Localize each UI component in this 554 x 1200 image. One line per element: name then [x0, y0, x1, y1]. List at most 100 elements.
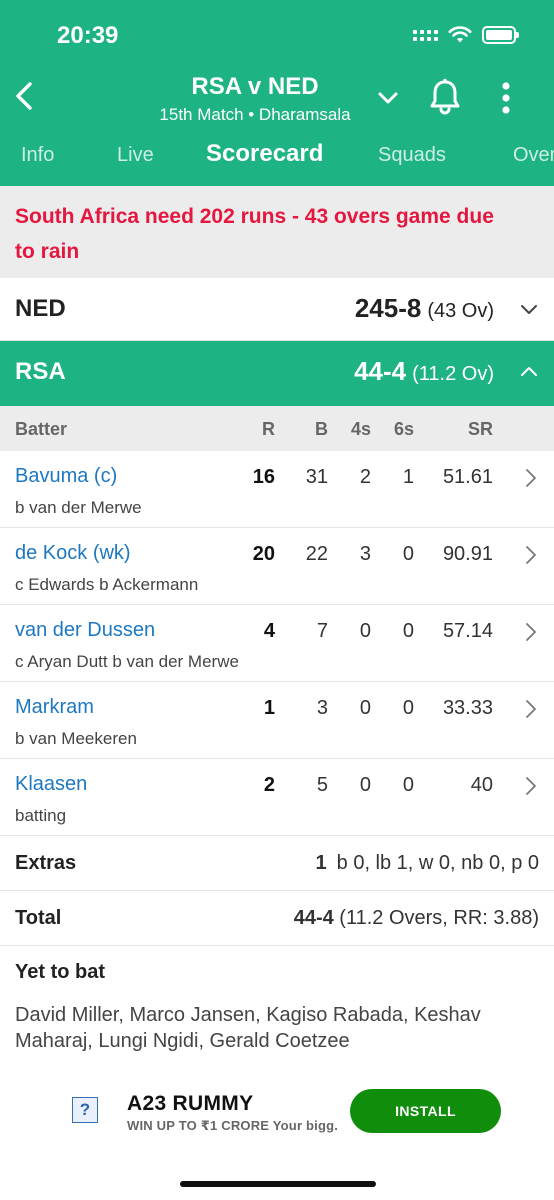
status-icons — [413, 26, 519, 44]
batter-dismissal: batting — [15, 806, 67, 825]
ad-placeholder-icon: ? — [72, 1097, 98, 1123]
batter-dismissal: c Edwards b Ackermann — [15, 575, 199, 594]
batter-row[interactable]: Markram b van Meekeren 1 3 0 0 33.33 — [0, 682, 554, 759]
batter-fours: 0 — [359, 620, 371, 642]
tab-bar: Info Live Scorecard Squads Overs — [0, 126, 554, 186]
col-header-strike-rate: SR — [467, 419, 493, 439]
notifications-button[interactable] — [425, 76, 465, 118]
batter-sixes: 0 — [402, 774, 414, 796]
extras-detail: b 0, lb 1, w 0, nb 0, p 0 — [336, 852, 539, 874]
match-title-block[interactable]: RSA v NED 15th Match • Dharamsala — [0, 73, 554, 125]
tab-live[interactable]: Live — [117, 144, 154, 167]
batter-sixes: 0 — [402, 543, 414, 565]
batter-fours: 3 — [359, 543, 371, 565]
batter-runs: 16 — [252, 466, 275, 488]
innings-score: 44-4 — [354, 356, 407, 386]
tab-scorecard[interactable]: Scorecard — [206, 140, 323, 168]
chevron-right-icon — [526, 777, 536, 795]
chevron-right-icon — [526, 623, 536, 641]
col-header-batter: Batter — [15, 419, 68, 439]
tab-squads[interactable]: Squads — [378, 144, 446, 167]
batter-name[interactable]: de Kock (wk) — [15, 542, 131, 565]
match-status-notice: South Africa need 202 runs - 43 overs ga… — [0, 186, 554, 278]
innings-score: 245-8 — [354, 293, 422, 323]
col-header-sixes: 6s — [393, 419, 414, 439]
bell-icon — [430, 78, 460, 115]
batter-row[interactable]: Klaasen batting 2 5 0 0 40 — [0, 759, 554, 836]
signal-icon — [413, 29, 438, 41]
innings-score-wrap: 44-4 (11.2 Ov) — [354, 356, 494, 387]
batter-strike-rate: 90.91 — [442, 543, 493, 565]
batter-sixes: 1 — [402, 466, 414, 488]
battery-icon — [482, 26, 519, 44]
total-label: Total — [15, 907, 62, 929]
innings-score-wrap: 245-8 (43 Ov) — [355, 293, 494, 324]
ad-subtitle: WIN UP TO ₹1 CRORE Your bigg. — [127, 1118, 339, 1133]
total-score: 44-4 — [293, 907, 334, 929]
col-header-runs: R — [262, 419, 275, 439]
batter-runs: 20 — [252, 543, 275, 565]
chevron-right-icon — [526, 700, 536, 718]
batter-dismissal: c Aryan Dutt b van der Merwe — [15, 652, 239, 671]
batter-runs: 1 — [263, 697, 275, 719]
batter-balls: 5 — [316, 774, 328, 796]
tab-info[interactable]: Info — [21, 144, 54, 167]
batter-strike-rate: 57.14 — [442, 620, 493, 642]
batter-fours: 2 — [359, 466, 371, 488]
batter-fours: 0 — [359, 774, 371, 796]
status-time: 20:39 — [57, 22, 119, 49]
batter-balls: 22 — [305, 543, 328, 565]
notice-line-1: South Africa need 202 runs - 43 overs ga… — [15, 205, 494, 228]
more-options-button[interactable] — [490, 76, 522, 118]
batting-table-header: Batter R B 4s 6s SR — [0, 406, 554, 451]
batter-name[interactable]: Bavuma (c) — [15, 465, 117, 488]
status-bar: 20:39 — [0, 0, 554, 66]
total-row: Total 44-4 (11.2 Overs, RR: 3.88) — [0, 891, 554, 946]
ad-install-button[interactable]: INSTALL — [350, 1089, 501, 1133]
ad-banner[interactable]: ? A23 RUMMY WIN UP TO ₹1 CRORE Your bigg… — [52, 1075, 504, 1147]
batter-strike-rate: 40 — [470, 774, 493, 796]
batter-name[interactable]: van der Dussen — [15, 619, 155, 642]
match-title: RSA v NED — [191, 73, 319, 100]
title-bar: RSA v NED 15th Match • Dharamsala — [0, 66, 554, 126]
innings-header-ned[interactable]: NED 245-8 (43 Ov) — [0, 278, 554, 341]
tab-overs[interactable]: Overs — [513, 144, 554, 167]
batter-sixes: 0 — [402, 697, 414, 719]
yet-to-bat-section: Yet to bat David Miller, Marco Jansen, K… — [0, 946, 554, 1054]
batter-dismissal: b van Meekeren — [15, 729, 137, 748]
more-vertical-icon — [502, 82, 510, 114]
batter-strike-rate: 33.33 — [442, 697, 493, 719]
batter-dismissal: b van der Merwe — [15, 498, 142, 517]
innings-overs: (11.2 Ov) — [412, 363, 494, 385]
app-header: 20:39 RSA v NED 15th Match • Dharamsala — [0, 0, 554, 186]
extras-label: Extras — [15, 852, 77, 874]
batter-runs: 2 — [263, 774, 275, 796]
ad-title: A23 RUMMY — [127, 1092, 254, 1115]
total-value: 44-4 (11.2 Overs, RR: 3.88) — [294, 907, 539, 930]
col-header-fours: 4s — [350, 419, 371, 439]
batter-strike-rate: 51.61 — [442, 466, 493, 488]
batter-name[interactable]: Markram — [15, 696, 94, 719]
batter-name[interactable]: Klaasen — [15, 773, 87, 796]
match-dropdown-button[interactable] — [372, 82, 404, 114]
total-detail: (11.2 Overs, RR: 3.88) — [339, 907, 539, 929]
wifi-icon — [448, 26, 472, 43]
extras-total: 1 — [315, 852, 327, 874]
home-indicator[interactable] — [180, 1181, 376, 1187]
chevron-right-icon — [526, 546, 536, 564]
extras-value: 1 b 0, lb 1, w 0, nb 0, p 0 — [316, 852, 539, 875]
batter-row[interactable]: van der Dussen c Aryan Dutt b van der Me… — [0, 605, 554, 682]
yet-to-bat-label: Yet to bat — [15, 961, 106, 983]
notice-line-2: to rain — [15, 240, 80, 263]
match-subtitle: 15th Match • Dharamsala — [159, 105, 351, 124]
collapse-chevron-icon — [521, 367, 537, 376]
innings-team: RSA — [15, 358, 66, 385]
batter-runs: 4 — [263, 620, 275, 642]
chevron-right-icon — [526, 469, 536, 487]
innings-header-rsa[interactable]: RSA 44-4 (11.2 Ov) — [0, 341, 554, 406]
batter-row[interactable]: Bavuma (c) b van der Merwe 16 31 2 1 51.… — [0, 451, 554, 528]
col-header-balls: B — [315, 419, 328, 439]
expand-chevron-icon — [521, 305, 537, 314]
batter-fours: 0 — [359, 697, 371, 719]
batter-row[interactable]: de Kock (wk) c Edwards b Ackermann 20 22… — [0, 528, 554, 605]
